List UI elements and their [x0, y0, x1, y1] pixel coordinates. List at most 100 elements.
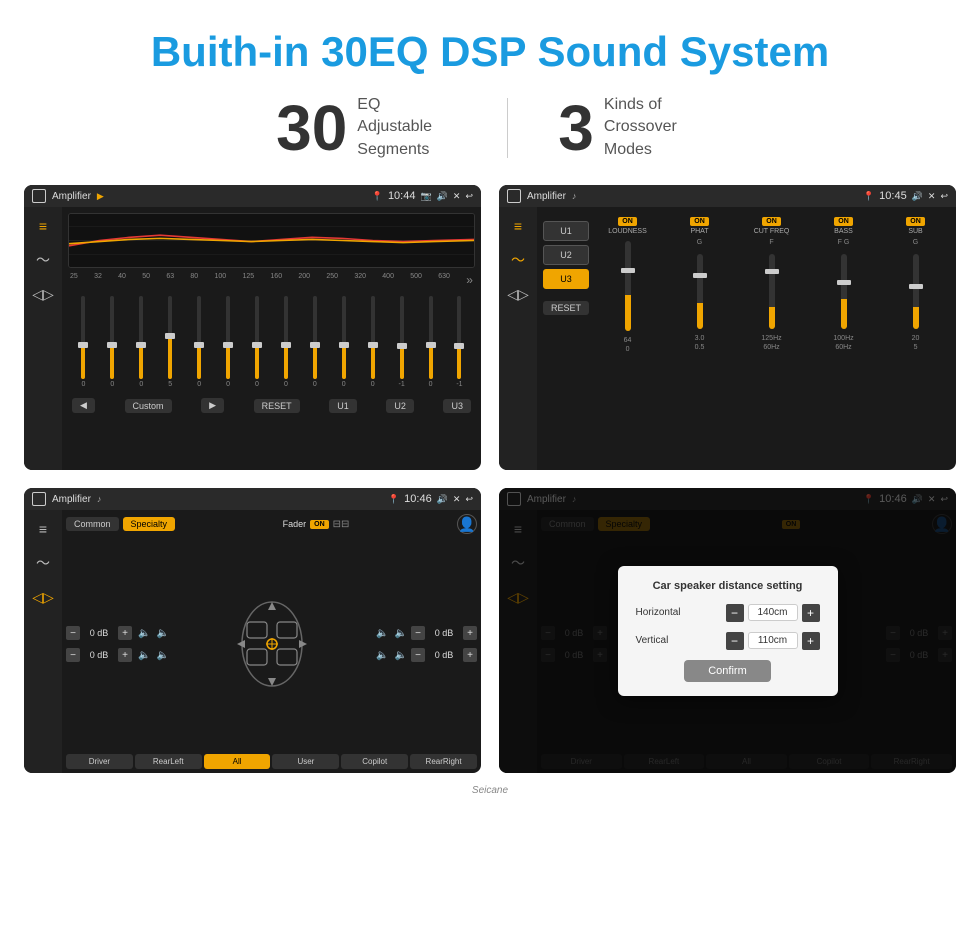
time-1: 10:44: [388, 190, 416, 202]
all-btn[interactable]: All: [204, 754, 271, 769]
vol-minus-br[interactable]: −: [411, 648, 425, 662]
vol-row-bl: − 0 dB + 🔈 🔈: [66, 648, 169, 662]
u2-btn-1[interactable]: U2: [386, 399, 414, 413]
specialty-btn-3[interactable]: Specialty: [123, 517, 176, 531]
u3-btn-1[interactable]: U3: [443, 399, 471, 413]
volume-icon-3[interactable]: ◁▷: [32, 586, 54, 608]
music-icon-3: ♪: [97, 494, 102, 504]
play-btn[interactable]: ▶: [201, 398, 224, 413]
confirm-button[interactable]: Confirm: [684, 660, 771, 682]
screen-crossover: Amplifier ♪ 📍 10:45 🔊 ✕ ↩ ≡ 〜 ◁▷: [499, 185, 956, 470]
horizontal-plus[interactable]: +: [802, 604, 820, 622]
vol-plus-tl[interactable]: +: [118, 626, 132, 640]
amplifier-label-1: Amplifier: [52, 191, 91, 202]
status-right-2: 📍 10:45 🔊 ✕ ↩: [863, 190, 948, 202]
speaker-bl-icon: 🔈: [138, 650, 150, 661]
vertical-minus[interactable]: −: [726, 632, 744, 650]
wave-icon-2[interactable]: 〜: [507, 249, 529, 271]
eq-slider-10[interactable]: 0: [359, 296, 386, 388]
speaker-tl-icon: 🔈: [138, 628, 150, 639]
vol-minus-tr[interactable]: −: [411, 626, 425, 640]
bass-f-label: F G: [838, 239, 850, 246]
vol-plus-br[interactable]: +: [463, 648, 477, 662]
home-icon-2[interactable]: [507, 189, 521, 203]
bass-label: BASS: [834, 228, 853, 235]
sub-slider[interactable]: [913, 254, 919, 329]
phat-slider[interactable]: [697, 254, 703, 329]
fader-on-badge[interactable]: ON: [310, 520, 329, 529]
rearright-btn[interactable]: RearRight: [410, 754, 477, 769]
channel-sub: ON SUB G 20 5: [881, 217, 950, 351]
sound-icon-1: 🔊: [437, 191, 448, 202]
prev-btn[interactable]: ◀: [72, 398, 95, 413]
vol-plus-tr[interactable]: +: [463, 626, 477, 640]
eq-slider-3[interactable]: 5: [157, 296, 184, 388]
custom-btn[interactable]: Custom: [125, 399, 172, 413]
location-icon-3: 📍: [388, 494, 399, 505]
phat-on-badge[interactable]: ON: [690, 217, 709, 226]
eq-slider-13[interactable]: -1: [446, 296, 473, 388]
speaker-br2-icon: 🔈: [395, 650, 407, 661]
eq-slider-2[interactable]: 0: [128, 296, 155, 388]
rearleft-btn[interactable]: RearLeft: [135, 754, 202, 769]
music-icon-2: ♪: [572, 191, 577, 201]
wave-icon-1[interactable]: 〜: [32, 249, 54, 271]
bass-on-badge[interactable]: ON: [834, 217, 853, 226]
horizontal-minus[interactable]: −: [726, 604, 744, 622]
left-sidebar-3: ≡ 〜 ◁▷: [24, 510, 62, 773]
vol-plus-bl[interactable]: +: [118, 648, 132, 662]
home-icon-1[interactable]: [32, 189, 46, 203]
sub-on-badge[interactable]: ON: [906, 217, 925, 226]
cutfreq-slider[interactable]: [769, 254, 775, 329]
screen-eq-amplifier: Amplifier ▶ 📍 10:44 📷 🔊 ✕ ↩ ≡ 〜 ◁▷: [24, 185, 481, 470]
copilot-btn[interactable]: Copilot: [341, 754, 408, 769]
volume-icon-1[interactable]: ◁▷: [32, 283, 54, 305]
driver-btn[interactable]: Driver: [66, 754, 133, 769]
u1-preset[interactable]: U1: [543, 221, 589, 241]
eq-slider-5[interactable]: 0: [215, 296, 242, 388]
eq-icon-3[interactable]: ≡: [32, 518, 54, 540]
vertical-plus[interactable]: +: [802, 632, 820, 650]
volume-icon-2[interactable]: ◁▷: [507, 283, 529, 305]
u2-preset[interactable]: U2: [543, 245, 589, 265]
eq-slider-6[interactable]: 0: [244, 296, 271, 388]
close-icon-3: ✕: [453, 494, 461, 505]
eq-icon-2[interactable]: ≡: [507, 215, 529, 237]
fader-main-area: − 0 dB + 🔈 🔈 − 0 dB + 🔈 🔈: [66, 542, 477, 746]
user-btn-3[interactable]: User: [272, 754, 339, 769]
common-btn-3[interactable]: Common: [66, 517, 119, 531]
status-left-1: Amplifier ▶: [32, 189, 104, 203]
vol-minus-bl[interactable]: −: [66, 648, 80, 662]
u1-btn-1[interactable]: U1: [329, 399, 357, 413]
sub-val2: 5: [914, 344, 918, 351]
eq-slider-0[interactable]: 0: [70, 296, 97, 388]
u3-preset[interactable]: U3: [543, 269, 589, 289]
cutfreq-on-badge[interactable]: ON: [762, 217, 781, 226]
eq-slider-1[interactable]: 0: [99, 296, 126, 388]
vol-val-br: 0 dB: [429, 650, 459, 660]
bass-slider[interactable]: [841, 254, 847, 329]
vol-minus-tl[interactable]: −: [66, 626, 80, 640]
reset-btn-1[interactable]: RESET: [254, 399, 300, 413]
eq-slider-7[interactable]: 0: [272, 296, 299, 388]
loudness-on-badge[interactable]: ON: [618, 217, 637, 226]
horizontal-value: 140cm: [748, 604, 798, 621]
eq-slider-9[interactable]: 0: [330, 296, 357, 388]
wave-icon-3[interactable]: 〜: [32, 552, 54, 574]
stat-eq: 30 EQ AdjustableSegments: [226, 94, 507, 161]
home-icon-3[interactable]: [32, 492, 46, 506]
reset-btn-2[interactable]: RESET: [543, 301, 589, 315]
eq-icon-1[interactable]: ≡: [32, 215, 54, 237]
eq-slider-11[interactable]: -1: [388, 296, 415, 388]
eq-slider-8[interactable]: 0: [301, 296, 328, 388]
cutfreq-val: 125Hz: [761, 335, 781, 342]
sub-label: SUB: [908, 228, 922, 235]
eq-slider-12[interactable]: 0: [417, 296, 444, 388]
loudness-slider[interactable]: [625, 241, 631, 331]
horizontal-input-group: − 140cm +: [726, 604, 820, 622]
watermark: Seicane: [0, 785, 980, 796]
screens-grid: Amplifier ▶ 📍 10:44 📷 🔊 ✕ ↩ ≡ 〜 ◁▷: [0, 185, 980, 783]
channel-loudness: ON LOUDNESS 64 0: [593, 217, 662, 353]
eq-slider-4[interactable]: 0: [186, 296, 213, 388]
user-avatar-icon: 👤: [457, 514, 477, 534]
